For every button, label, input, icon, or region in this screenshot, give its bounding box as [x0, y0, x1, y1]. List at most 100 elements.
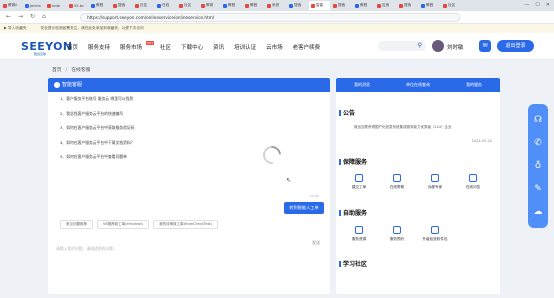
- browser-tab[interactable]: 智能: [309, 1, 330, 10]
- browser-tab[interactable]: 55.bc: [67, 1, 88, 10]
- service-title: 保障服务: [343, 159, 368, 166]
- favicon-icon: [47, 3, 51, 8]
- browser-tab[interactable]: 教程: [89, 1, 110, 10]
- service-item[interactable]: 建交工单: [342, 174, 376, 190]
- favicon-icon: [311, 3, 315, 8]
- browser-tab[interactable]: 搜索: [397, 1, 418, 10]
- browser-tab[interactable]: 教程: [243, 1, 264, 10]
- site-header: SEEYON 致远互联 首页 服务支持 服务市场 HOT 社区 下载中心 资讯 培训认证 云市场…: [0, 33, 554, 60]
- nav-item[interactable]: 首页: [67, 43, 78, 51]
- browser-tab-label: 搜索: [118, 3, 126, 7]
- announcement-text[interactable]: 致远互联获得国产化信息系统集成服务能力优秀级（L14）企业: [354, 125, 484, 131]
- nav-item[interactable]: 下载中心: [181, 43, 203, 51]
- nav-item[interactable]: 社区: [160, 43, 171, 51]
- browser-tab[interactable]: 搜索: [331, 1, 352, 10]
- logo[interactable]: SEEYON: [21, 40, 72, 53]
- right-panel-tab[interactable]: 我的服务: [466, 82, 482, 88]
- service-icon: [355, 174, 363, 182]
- browser-tab[interactable]: 社区: [441, 1, 462, 10]
- browser-tab-label: Inde: [52, 3, 60, 8]
- favicon-icon: [69, 3, 73, 8]
- faq-item[interactable]: 5、如何在客户服务云平台中查看问题单: [60, 154, 135, 160]
- study-title: 学习社区: [343, 261, 368, 268]
- faq-item[interactable]: 2、我总找客户服务云平台的快速编号: [60, 111, 135, 117]
- browser-tab-label: 搜索: [338, 3, 346, 7]
- minimize-icon[interactable]: —: [524, 2, 529, 8]
- chat-input[interactable]: 请输入您的问题，请描述您的问题...: [56, 246, 117, 252]
- search-input[interactable]: ⚲: [378, 41, 426, 51]
- browser-tab[interactable]: 社区: [177, 1, 198, 10]
- headset-icon[interactable]: ☊: [534, 115, 542, 125]
- browser-tab[interactable]: 搜索: [287, 1, 308, 10]
- service-grid: 建交工单 在线帮助 远程专家 在线问答: [342, 174, 490, 190]
- favicon-icon: [179, 3, 183, 8]
- close-icon[interactable]: ✕: [546, 2, 550, 8]
- faq-item[interactable]: 4、如何在客户服务云平台中下载文档资料？: [60, 140, 135, 146]
- self-service-item[interactable]: 服务资源: [342, 226, 376, 242]
- edit-icon[interactable]: ✎: [534, 184, 542, 194]
- manual-service-button[interactable]: 转到智能人工单: [284, 202, 324, 214]
- service-item[interactable]: 在线帮助: [380, 174, 414, 190]
- browser-tab[interactable]: 教程: [353, 1, 374, 10]
- home-icon[interactable]: ⌂: [42, 13, 46, 20]
- favicon-icon: [91, 3, 95, 8]
- import-favorites-link[interactable]: ▶ 导入收藏夹: [4, 26, 26, 31]
- browser-tab[interactable]: 教程: [419, 1, 440, 10]
- browser-tab-label: Jenkin: [30, 3, 41, 8]
- back-icon[interactable]: ←: [6, 13, 11, 20]
- self-service-title: 自助服务: [343, 210, 368, 217]
- reload-icon[interactable]: ↻: [30, 13, 35, 20]
- quick-reply-button[interactable]: V8推荐新工单(ehnctest): [97, 220, 150, 229]
- browser-tab-label: 系统: [272, 3, 280, 7]
- forward-icon[interactable]: →: [18, 13, 23, 20]
- faq-item[interactable]: 3、如何在客户服务云平台中获取服务验证码: [60, 125, 135, 131]
- browser-tab[interactable]: 教育: [199, 1, 220, 10]
- self-service-label: 服务预约: [389, 237, 405, 241]
- section-marker: [339, 159, 341, 165]
- right-panel-tab[interactable]: 我的消息: [354, 82, 370, 88]
- search-icon[interactable]: ⚲: [418, 42, 422, 49]
- self-service-item[interactable]: 升级检查软件包: [418, 226, 452, 242]
- nav-item[interactable]: 服务市场 HOT: [120, 41, 155, 51]
- browser-tab[interactable]: 社区: [133, 1, 154, 10]
- browser-tab[interactable]: 在线: [155, 1, 176, 10]
- nav-item-label: 资讯: [213, 45, 225, 51]
- service-item[interactable]: 远程专家: [418, 174, 452, 190]
- nav-item-label: 首页: [67, 45, 79, 51]
- browser-tab[interactable]: 搜索: [111, 1, 132, 10]
- browser-tab[interactable]: 教程: [221, 1, 242, 10]
- self-service-icon: [393, 226, 401, 234]
- chat-title: 智能客服: [62, 82, 83, 88]
- nav-item[interactable]: 老客户续费: [293, 43, 321, 51]
- browser-tab[interactable]: 教育ii: [1, 1, 22, 10]
- url-field[interactable]: https://support.seeyon.com/onlineservice…: [80, 13, 460, 22]
- username[interactable]: 刘时敏: [447, 43, 464, 51]
- browser-tab[interactable]: 应用: [375, 1, 396, 10]
- nav-item[interactable]: 服务支持: [88, 43, 110, 51]
- nav-item-label: 服务支持: [88, 45, 111, 51]
- maximize-icon[interactable]: ☐: [535, 2, 539, 8]
- browser-tab-label: 在线: [162, 3, 170, 7]
- nav-item[interactable]: 资讯: [213, 43, 224, 51]
- faq-item[interactable]: 1、客户服务平台账号 服务云 哪里可以找到: [60, 96, 135, 102]
- nav-item-label: 服务市场: [120, 45, 143, 51]
- quick-reply-button[interactable]: 我的待审核工单(fromCheckTest): [153, 220, 219, 229]
- service-item[interactable]: 在线问答: [456, 174, 490, 190]
- browser-tab[interactable]: Inde: [45, 1, 66, 10]
- breadcrumb-home[interactable]: 首页: [52, 68, 62, 73]
- right-panel-tab[interactable]: 单位在线查询: [406, 82, 430, 88]
- lightbulb-icon[interactable]: ♁: [535, 161, 542, 171]
- phone-icon[interactable]: ✆: [534, 138, 542, 148]
- nav-item[interactable]: 培训认证: [234, 43, 256, 51]
- browser-tab[interactable]: Jenkin: [23, 1, 44, 10]
- avatar[interactable]: [432, 40, 444, 52]
- quick-reply-button[interactable]: 常见问题推荐: [60, 220, 93, 229]
- chat-icon[interactable]: ☁: [534, 207, 543, 217]
- message-icon[interactable]: ✉: [479, 40, 491, 52]
- announcement-date: 2024-03-20: [471, 139, 492, 143]
- nav-item[interactable]: 云市场: [266, 43, 283, 51]
- self-service-item[interactable]: 服务预约: [380, 226, 414, 242]
- logout-button[interactable]: 退出登录: [497, 40, 534, 52]
- send-button[interactable]: 发送: [312, 240, 320, 246]
- browser-tab[interactable]: 系统: [265, 1, 286, 10]
